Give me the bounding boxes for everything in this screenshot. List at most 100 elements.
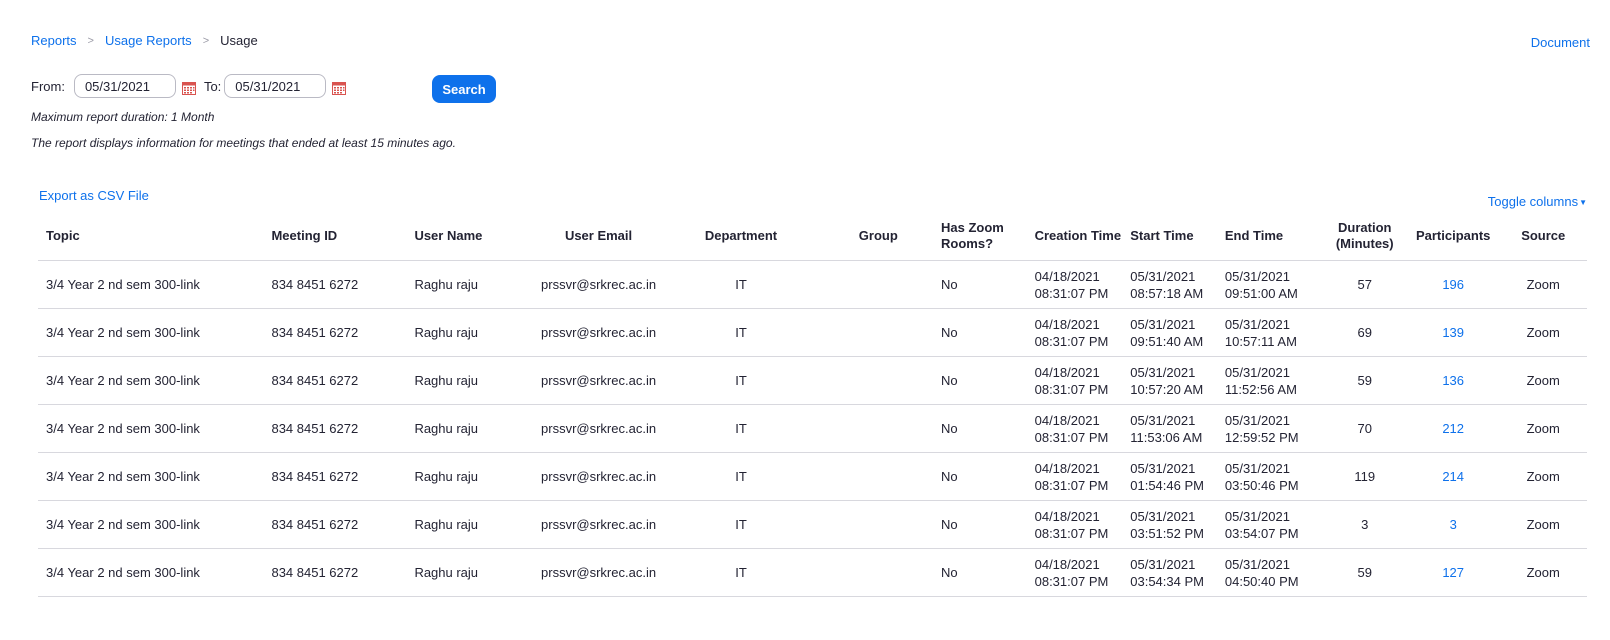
cell-end-time: 05/31/2021 03:50:46 PM	[1224, 452, 1323, 501]
header-source: Source	[1499, 212, 1587, 261]
creation-date: 04/18/2021	[1034, 412, 1100, 428]
toggle-columns-link[interactable]: Toggle columns▼	[1488, 194, 1587, 209]
start-clock: 08:57:18 AM	[1130, 285, 1204, 301]
cell-duration: 70	[1322, 404, 1407, 453]
cell-user-name: Raghu raju	[414, 260, 531, 309]
cell-user-name: Raghu raju	[414, 308, 531, 357]
cell-creation-time: 04/18/2021 08:31:07 PM	[1034, 308, 1131, 357]
cell-source: Zoom	[1499, 356, 1587, 405]
cell-source: Zoom	[1499, 452, 1587, 501]
participants-link[interactable]: 127	[1442, 565, 1464, 580]
start-date: 05/31/2021	[1130, 460, 1196, 476]
from-date-input[interactable]	[73, 74, 176, 98]
table-row: 3/4 Year 2 nd sem 300-link 834 8451 6272…	[38, 260, 1587, 309]
header-group: Group	[815, 212, 942, 261]
cell-group	[815, 500, 942, 549]
cell-has-zoom-rooms: No	[941, 308, 1035, 357]
cell-participants: 136	[1406, 356, 1500, 405]
creation-clock: 08:31:07 PM	[1034, 333, 1109, 349]
participants-link[interactable]: 214	[1442, 469, 1464, 484]
cell-user-name: Raghu raju	[414, 404, 531, 453]
participants-link[interactable]: 212	[1442, 421, 1464, 436]
table-header-row: Topic Meeting ID User Name User Email De…	[38, 212, 1587, 261]
cell-end-time: 05/31/2021 12:59:52 PM	[1224, 404, 1323, 453]
breadcrumb-separator: >	[87, 34, 94, 47]
cell-user-email: prssvr@srkrec.ac.in	[530, 308, 667, 357]
breadcrumb-separator: >	[202, 34, 210, 47]
cell-department: IT	[666, 260, 816, 309]
participants-link[interactable]: 136	[1442, 373, 1464, 388]
cell-participants: 139	[1406, 308, 1500, 357]
cell-source: Zoom	[1499, 308, 1587, 357]
creation-clock: 08:31:07 PM	[1034, 381, 1109, 397]
document-link[interactable]: Document	[1531, 35, 1590, 50]
export-csv-link[interactable]: Export as CSV File	[39, 188, 149, 203]
start-date: 05/31/2021	[1130, 508, 1196, 524]
end-date: 05/31/2021	[1224, 412, 1290, 428]
cell-group	[815, 548, 942, 597]
start-date: 05/31/2021	[1130, 364, 1196, 380]
cell-creation-time: 04/18/2021 08:31:07 PM	[1034, 404, 1131, 453]
breadcrumb: Reports > Usage Reports > Usage	[31, 33, 258, 48]
creation-clock: 08:31:07 PM	[1034, 525, 1109, 541]
header-duration-line1: Duration	[1338, 220, 1392, 235]
end-date: 05/31/2021	[1224, 364, 1290, 380]
cell-creation-time: 04/18/2021 08:31:07 PM	[1034, 452, 1131, 501]
cell-department: IT	[666, 548, 816, 597]
end-clock: 03:54:07 PM	[1224, 525, 1299, 541]
start-clock: 09:51:40 AM	[1130, 333, 1204, 349]
calendar-icon[interactable]	[332, 81, 347, 95]
participants-link[interactable]: 3	[1450, 517, 1457, 532]
start-clock: 10:57:20 AM	[1130, 381, 1204, 397]
cell-start-time: 05/31/2021 03:54:34 PM	[1130, 548, 1225, 597]
end-clock: 11:52:56 AM	[1224, 381, 1297, 397]
start-date: 05/31/2021	[1130, 412, 1196, 428]
cell-end-time: 05/31/2021 10:57:11 AM	[1224, 308, 1323, 357]
creation-date: 04/18/2021	[1034, 460, 1100, 476]
cell-user-name: Raghu raju	[414, 356, 531, 405]
breadcrumb-usage-reports-link[interactable]: Usage Reports	[105, 33, 192, 48]
cell-meeting-id: 834 8451 6272	[271, 404, 415, 453]
cell-group	[815, 452, 942, 501]
header-user-name: User Name	[414, 212, 531, 261]
cell-has-zoom-rooms: No	[941, 356, 1035, 405]
breadcrumb-reports-link[interactable]: Reports	[31, 33, 77, 48]
cell-participants: 214	[1406, 452, 1500, 501]
cell-department: IT	[666, 356, 816, 405]
cell-topic: 3/4 Year 2 nd sem 300-link	[38, 356, 272, 405]
cell-user-email: prssvr@srkrec.ac.in	[530, 356, 667, 405]
header-topic: Topic	[38, 212, 272, 261]
cell-end-time: 05/31/2021 09:51:00 AM	[1224, 260, 1323, 309]
cell-department: IT	[666, 404, 816, 453]
header-has-zoom-rooms-line2: Rooms?	[941, 236, 994, 251]
creation-date: 04/18/2021	[1034, 316, 1100, 332]
cell-user-email: prssvr@srkrec.ac.in	[530, 500, 667, 549]
cell-duration: 3	[1322, 500, 1407, 549]
end-clock: 12:59:52 PM	[1224, 429, 1299, 445]
cell-duration: 69	[1322, 308, 1407, 357]
report-info-note: The report displays information for meet…	[31, 136, 456, 150]
header-department: Department	[666, 212, 816, 261]
header-duration: Duration (Minutes)	[1322, 212, 1407, 261]
table-row: 3/4 Year 2 nd sem 300-link 834 8451 6272…	[38, 308, 1587, 357]
cell-group	[815, 404, 942, 453]
cell-end-time: 05/31/2021 04:50:40 PM	[1224, 548, 1323, 597]
cell-topic: 3/4 Year 2 nd sem 300-link	[38, 308, 272, 357]
to-label: To:	[203, 78, 222, 94]
participants-link[interactable]: 196	[1442, 277, 1464, 292]
table-row: 3/4 Year 2 nd sem 300-link 834 8451 6272…	[38, 356, 1587, 405]
calendar-icon[interactable]	[181, 81, 196, 95]
cell-user-name: Raghu raju	[414, 548, 531, 597]
table-row: 3/4 Year 2 nd sem 300-link 834 8451 6272…	[38, 548, 1587, 597]
search-button[interactable]: Search	[432, 75, 496, 103]
toggle-columns-label: Toggle columns	[1487, 194, 1579, 209]
cell-has-zoom-rooms: No	[941, 548, 1035, 597]
creation-date: 04/18/2021	[1034, 268, 1100, 284]
cell-group	[815, 308, 942, 357]
cell-meeting-id: 834 8451 6272	[271, 356, 415, 405]
cell-duration: 119	[1322, 452, 1407, 501]
creation-date: 04/18/2021	[1034, 556, 1100, 572]
participants-link[interactable]: 139	[1442, 325, 1464, 340]
to-date-input[interactable]	[224, 74, 327, 98]
cell-duration: 57	[1322, 260, 1407, 309]
